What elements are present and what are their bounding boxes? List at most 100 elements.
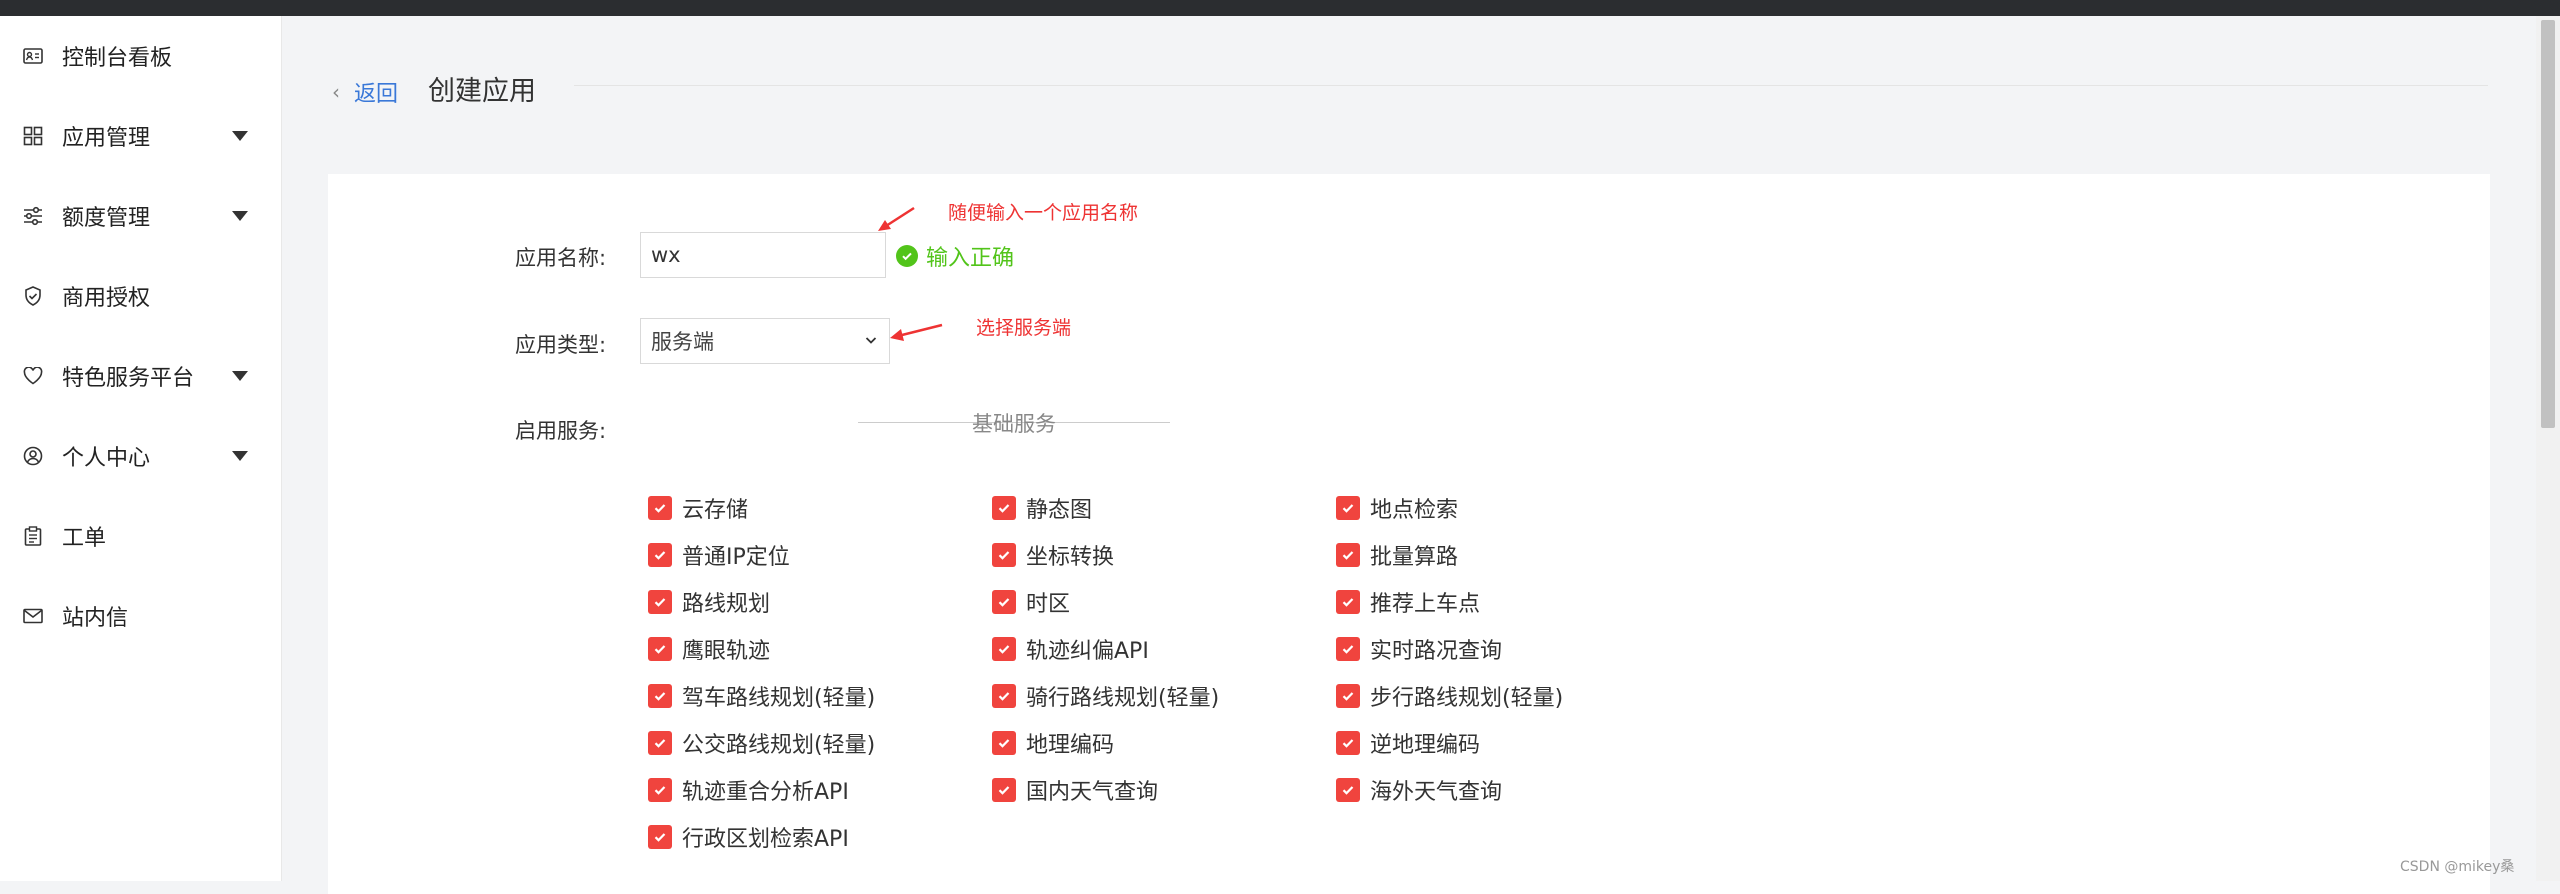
service-checkbox[interactable]: 静态图: [992, 493, 1092, 523]
sidebar-item-label: 控制台看板: [62, 46, 173, 71]
checkbox-checked-icon[interactable]: [992, 731, 1016, 755]
sidebar-item-personal-center[interactable]: 个人中心: [0, 426, 281, 486]
checkbox-checked-icon[interactable]: [992, 684, 1016, 708]
checkbox-checked-icon[interactable]: [1336, 496, 1360, 520]
services-label: 启用服务:: [515, 419, 607, 443]
page-title: 创建应用: [428, 76, 536, 107]
breadcrumb: ‹ 返回: [332, 72, 398, 112]
checkbox-checked-icon[interactable]: [648, 684, 672, 708]
service-checkbox[interactable]: 驾车路线规划(轻量): [648, 681, 875, 711]
service-checkbox[interactable]: 实时路况查询: [1336, 634, 1502, 664]
service-checkbox[interactable]: 坐标转换: [992, 540, 1114, 570]
checkbox-checked-icon[interactable]: [648, 496, 672, 520]
checkbox-checked-icon[interactable]: [648, 778, 672, 802]
checkbox-checked-icon[interactable]: [648, 637, 672, 661]
checkbox-checked-icon[interactable]: [992, 590, 1016, 614]
app-name-input[interactable]: [640, 232, 886, 278]
service-label: 云存储: [682, 498, 749, 523]
service-label: 公交路线规划(轻量): [682, 733, 876, 758]
sidebar-item-label: 个人中心: [62, 446, 151, 471]
checkbox-checked-icon[interactable]: [992, 543, 1016, 567]
name-validation: 输入正确: [896, 240, 1014, 272]
sidebar-item-label: 商用授权: [62, 286, 151, 311]
checkbox-checked-icon[interactable]: [992, 778, 1016, 802]
app-type-label: 应用类型:: [515, 333, 607, 357]
clipboard-icon: [22, 525, 44, 547]
service-label: 批量算路: [1370, 545, 1459, 570]
service-checkbox[interactable]: 地理编码: [992, 728, 1114, 758]
service-checkbox[interactable]: 鹰眼轨迹: [648, 634, 770, 664]
sidebar-item-dashboard[interactable]: 控制台看板: [0, 26, 281, 86]
sidebar-item-featured-services[interactable]: 特色服务平台: [0, 346, 281, 406]
annotation-arrow-icon: [878, 206, 915, 231]
service-checkbox[interactable]: 普通IP定位: [648, 540, 790, 570]
service-checkbox[interactable]: 轨迹重合分析API: [648, 775, 849, 805]
service-label: 驾车路线规划(轻量): [682, 686, 876, 711]
id-card-icon: [22, 45, 44, 67]
shield-icon: [22, 285, 44, 307]
service-checkbox[interactable]: 公交路线规划(轻量): [648, 728, 875, 758]
service-checkbox[interactable]: 国内天气查询: [992, 775, 1158, 805]
grid-icon: [22, 125, 44, 147]
service-checkbox[interactable]: 轨迹纠偏API: [992, 634, 1149, 664]
checkbox-checked-icon[interactable]: [648, 731, 672, 755]
checkbox-checked-icon[interactable]: [1336, 731, 1360, 755]
service-checkbox[interactable]: 海外天气查询: [1336, 775, 1502, 805]
service-label: 推荐上车点: [1370, 592, 1481, 617]
service-checkbox[interactable]: 行政区划检索API: [648, 822, 849, 852]
app-type-value: 服务端: [651, 330, 714, 354]
checkbox-checked-icon[interactable]: [1336, 684, 1360, 708]
service-checkbox[interactable]: 地点检索: [1336, 493, 1458, 523]
validation-text: 输入正确: [926, 246, 1015, 271]
back-link[interactable]: ‹ 返回: [332, 76, 398, 108]
watermark: CSDN @mikey桑: [2400, 859, 2515, 875]
service-label: 轨迹纠偏API: [1026, 639, 1149, 664]
checkbox-checked-icon[interactable]: [648, 590, 672, 614]
chevron-left-icon: ‹: [332, 80, 340, 104]
service-checkbox[interactable]: 推荐上车点: [1336, 587, 1480, 617]
checkbox-checked-icon[interactable]: [1336, 590, 1360, 614]
sidebar-item-work-order[interactable]: 工单: [0, 506, 281, 566]
sidebar-item-label: 工单: [62, 526, 107, 551]
checkbox-checked-icon[interactable]: [992, 637, 1016, 661]
checkbox-checked-icon[interactable]: [1336, 543, 1360, 567]
annotation-arrow-icon: [890, 323, 943, 341]
sidebar-item-label: 应用管理: [62, 126, 151, 151]
checkbox-checked-icon[interactable]: [992, 496, 1016, 520]
sidebar-item-app-management[interactable]: 应用管理: [0, 106, 281, 166]
service-checkbox[interactable]: 步行路线规划(轻量): [1336, 681, 1563, 711]
service-checkbox[interactable]: 骑行路线规划(轻量): [992, 681, 1219, 711]
app-type-select[interactable]: 服务端: [640, 318, 890, 364]
service-checkbox[interactable]: 逆地理编码: [1336, 728, 1480, 758]
caret-down-icon: [232, 211, 248, 221]
service-checkbox[interactable]: 时区: [992, 587, 1070, 617]
checkbox-checked-icon[interactable]: [1336, 637, 1360, 661]
service-checkbox[interactable]: 路线规划: [648, 587, 770, 617]
service-label: 时区: [1026, 592, 1071, 617]
checkbox-checked-icon[interactable]: [1336, 778, 1360, 802]
service-label: 海外天气查询: [1370, 780, 1503, 805]
chevron-down-icon: [863, 332, 879, 352]
sidebar-item-quota-management[interactable]: 额度管理: [0, 186, 281, 246]
top-bar: [0, 0, 2560, 16]
scrollbar-thumb[interactable]: [2541, 20, 2555, 428]
checkbox-checked-icon[interactable]: [648, 543, 672, 567]
back-label: 返回: [354, 82, 399, 107]
service-checkbox[interactable]: 云存储: [648, 493, 748, 523]
sidebar-item-inbox[interactable]: 站内信: [0, 586, 281, 646]
annotation-type-hint: 选择服务端: [976, 317, 1072, 339]
service-checkbox[interactable]: 批量算路: [1336, 540, 1458, 570]
service-label: 地理编码: [1026, 733, 1115, 758]
caret-down-icon: [232, 131, 248, 141]
check-circle-icon: [896, 245, 918, 267]
service-label: 地点检索: [1370, 498, 1459, 523]
service-label: 轨迹重合分析API: [682, 780, 849, 805]
sidebar-item-label: 特色服务平台: [62, 366, 195, 391]
checkbox-checked-icon[interactable]: [648, 825, 672, 849]
sidebar-item-commercial-license[interactable]: 商用授权: [0, 266, 281, 326]
service-label: 普通IP定位: [682, 545, 790, 570]
service-label: 国内天气查询: [1026, 780, 1159, 805]
sidebar-item-label: 额度管理: [62, 206, 151, 231]
caret-down-icon: [232, 451, 248, 461]
mail-icon: [22, 605, 44, 627]
